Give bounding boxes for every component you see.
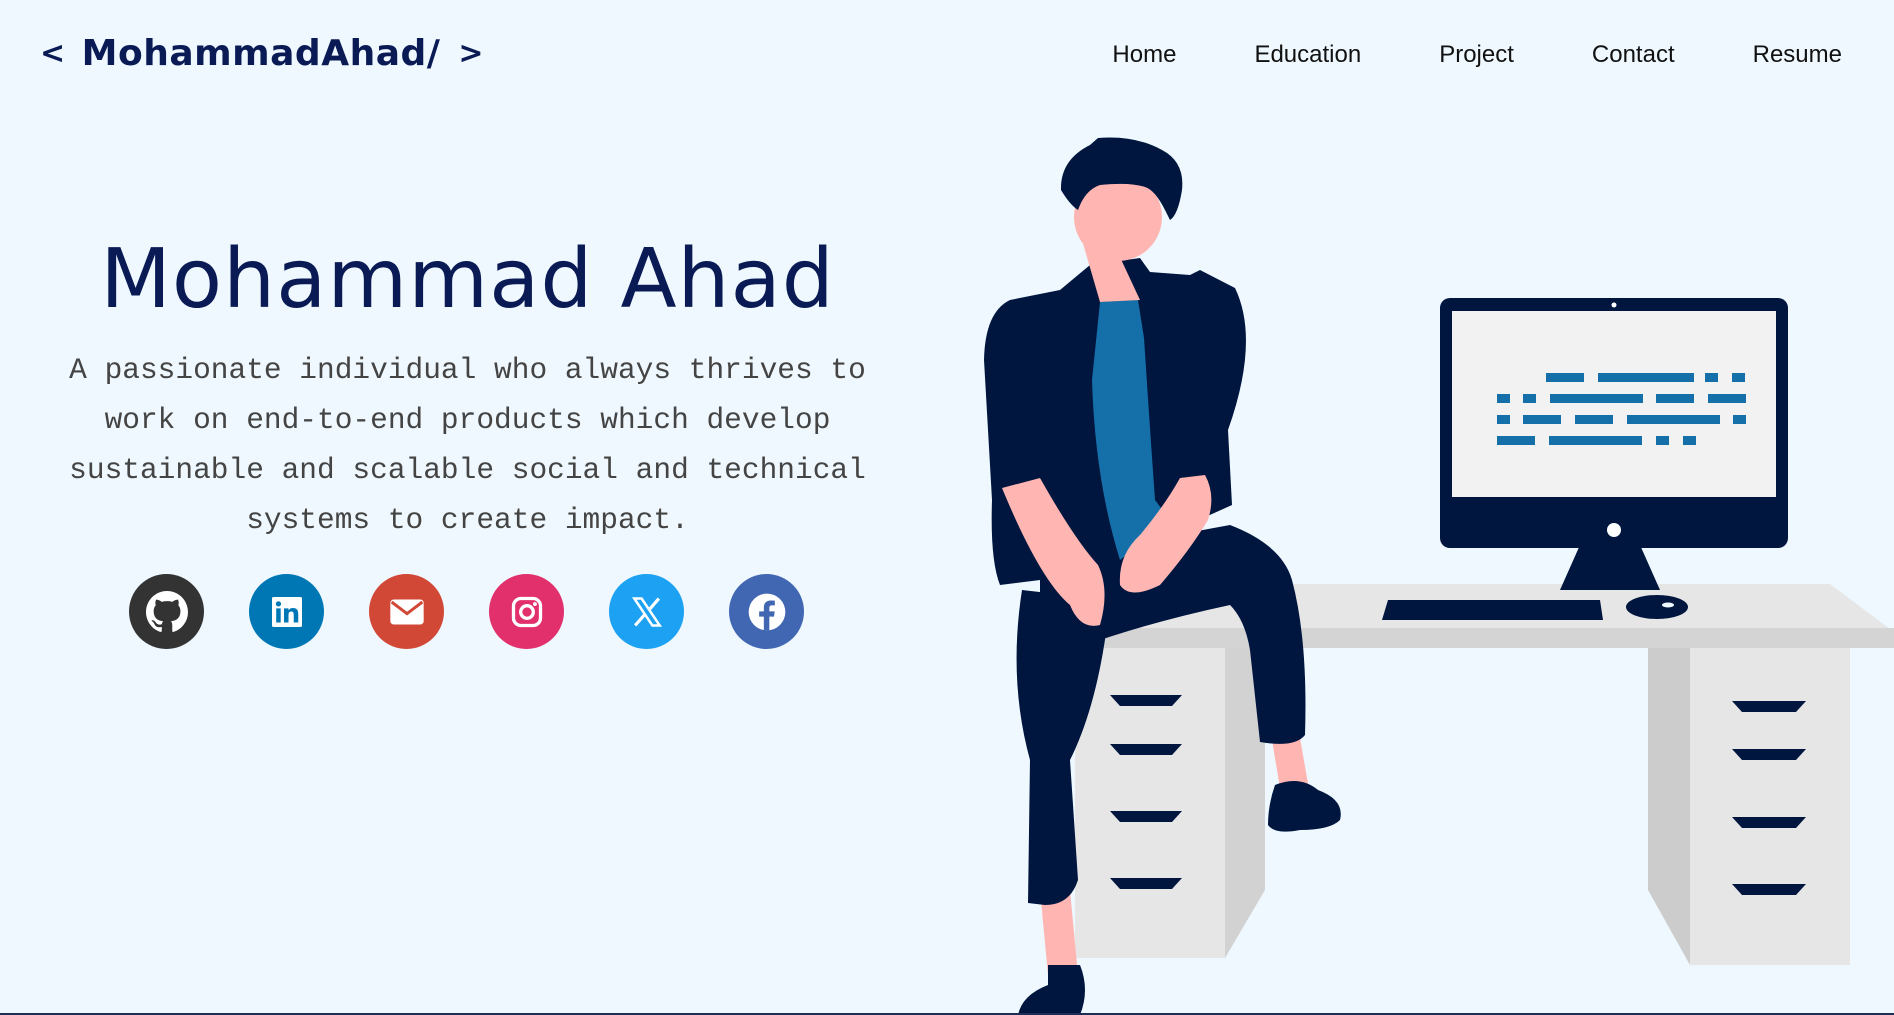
mouse: [1626, 595, 1688, 619]
drawer-handle: [1732, 884, 1806, 895]
person-right-shoe: [1268, 781, 1341, 832]
drawer-handle: [1732, 817, 1806, 828]
nav-contact-link[interactable]: Contact: [1592, 41, 1675, 69]
keyboard: [1382, 600, 1603, 620]
x-twitter-link[interactable]: [609, 574, 684, 649]
desk-edge: [1060, 628, 1894, 648]
hero-illustration: [984, 137, 1894, 1015]
right-chevron-icon: >: [458, 36, 485, 71]
nav-project-link[interactable]: Project: [1439, 41, 1514, 69]
brand-logo[interactable]: < MohammadAhad/ >: [40, 33, 484, 74]
monitor-screen: [1452, 311, 1776, 497]
linkedin-icon: [271, 596, 302, 627]
monitor: [1440, 298, 1788, 590]
navbar: < MohammadAhad/ > Home Education Project C…: [0, 0, 1894, 115]
email-link[interactable]: [369, 574, 444, 649]
x-icon: [631, 596, 662, 627]
drawer-handle: [1110, 744, 1182, 755]
brand-name: MohammadAhad/: [81, 33, 441, 74]
monitor-power: [1607, 523, 1621, 537]
email-icon: [389, 599, 424, 624]
desk: [1060, 584, 1894, 965]
nav-home-link[interactable]: Home: [1112, 41, 1176, 69]
nav-resume-link[interactable]: Resume: [1753, 41, 1842, 69]
drawer-handle: [1110, 811, 1182, 822]
linkedin-link[interactable]: [249, 574, 324, 649]
instagram-icon: [511, 596, 542, 627]
github-link[interactable]: [129, 574, 204, 649]
left-chevron-icon: <: [40, 36, 66, 71]
nav-links: Home Education Project Contact Resume: [1112, 41, 1842, 69]
github-icon: [145, 590, 188, 632]
right-drawer-unit: [1690, 648, 1850, 965]
person-left-shoe: [1018, 965, 1085, 1015]
instagram-link[interactable]: [489, 574, 564, 649]
hero-description: A passionate individual who always thriv…: [69, 353, 866, 537]
nav-education-link[interactable]: Education: [1254, 41, 1361, 69]
right-drawer-side: [1648, 648, 1690, 965]
monitor-camera: [1611, 302, 1617, 308]
drawer-handle: [1110, 695, 1182, 706]
facebook-icon: [748, 593, 785, 630]
hero-title: Mohammad Ahad: [100, 232, 835, 327]
facebook-link[interactable]: [729, 574, 804, 649]
drawer-handle: [1110, 878, 1182, 889]
social-links: [129, 574, 804, 649]
mouse-highlight: [1662, 602, 1674, 608]
left-drawer-unit: [1075, 648, 1225, 958]
drawer-handle: [1732, 701, 1806, 712]
drawer-handle: [1732, 749, 1806, 760]
monitor-stand: [1560, 545, 1660, 590]
